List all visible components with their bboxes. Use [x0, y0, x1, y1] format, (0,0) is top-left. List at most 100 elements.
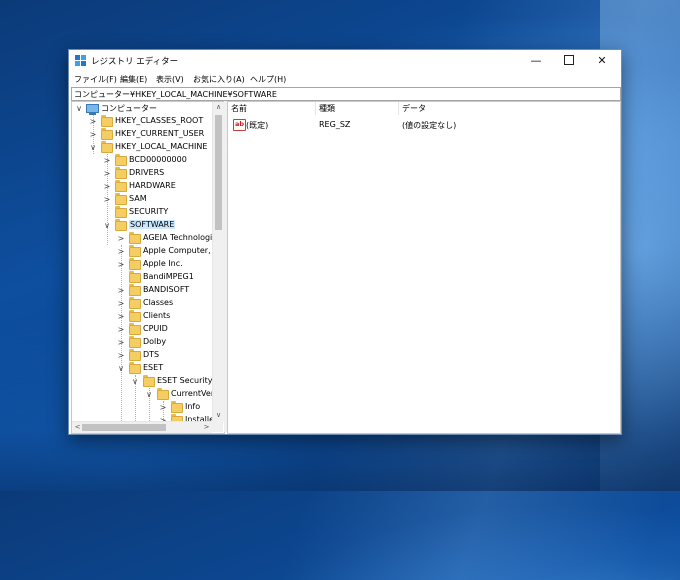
registry-editor-window: レジストリ エディター — ✕ ファイル(F) 編集(E) 表示(V) お気に入… — [68, 49, 622, 435]
maximize-button[interactable] — [552, 50, 586, 72]
collapse-icon[interactable]: ∨ — [103, 219, 111, 232]
folder-icon — [115, 206, 127, 218]
maximize-icon — [564, 55, 574, 65]
folder-icon — [129, 297, 141, 309]
address-path: コンピューター¥HKEY_LOCAL_MACHINE¥SOFTWARE — [74, 90, 277, 99]
column-header-type[interactable]: 種類 — [316, 102, 399, 115]
collapse-icon[interactable]: ∨ — [131, 375, 139, 388]
folder-icon — [129, 245, 141, 257]
tree-item-label: Apple Inc. — [143, 259, 183, 268]
folder-icon — [101, 128, 113, 140]
tree-item-label: SAM — [129, 194, 147, 203]
value-data: (値の設定なし) — [402, 121, 457, 130]
expand-icon[interactable]: > — [117, 336, 125, 349]
value-type: REG_SZ — [319, 120, 351, 129]
scroll-down-icon[interactable]: ∨ — [213, 410, 224, 420]
expand-icon[interactable]: > — [117, 245, 125, 258]
tree-item-label: DRIVERS — [129, 168, 165, 177]
tree-item-label: CPUID — [143, 324, 168, 333]
window-title: レジストリ エディター — [91, 57, 179, 67]
folder-icon — [143, 375, 155, 387]
tree-item-label: BCD00000000 — [129, 155, 187, 164]
scrollbar-corner — [212, 421, 223, 432]
tree-expander-empty — [117, 271, 125, 284]
expand-icon[interactable]: > — [117, 284, 125, 297]
expand-icon[interactable]: > — [89, 128, 97, 141]
folder-icon — [101, 115, 113, 127]
close-icon: ✕ — [597, 54, 607, 67]
expand-icon[interactable]: > — [103, 167, 111, 180]
computer-icon — [86, 104, 99, 115]
collapse-icon[interactable]: ∨ — [117, 362, 125, 375]
menu-favorites[interactable]: お気に入り(A) — [193, 74, 245, 85]
tree-item-label: SECURITY — [129, 207, 169, 216]
folder-icon — [129, 362, 141, 374]
value-row[interactable]: ab (既定) REG_SZ (値の設定なし) — [228, 118, 608, 131]
folder-icon — [129, 258, 141, 270]
tree-item-label: ESET — [143, 363, 164, 372]
column-header-name[interactable]: 名前 — [228, 102, 316, 115]
tree-item-label: BANDISOFT — [143, 285, 190, 294]
minimize-icon: — — [530, 54, 542, 67]
folder-icon — [129, 271, 141, 283]
folder-icon — [115, 167, 127, 179]
expand-icon[interactable]: > — [117, 258, 125, 271]
tree-item-label: Info — [185, 402, 201, 411]
collapse-icon[interactable]: ∨ — [75, 102, 83, 115]
tree-item-label: コンピューター — [101, 104, 157, 113]
folder-icon — [157, 388, 169, 400]
menu-view[interactable]: 表示(V) — [156, 74, 184, 85]
minimize-button[interactable]: — — [519, 50, 553, 72]
folder-icon — [129, 232, 141, 244]
folder-icon — [129, 310, 141, 322]
folder-icon — [115, 180, 127, 192]
tree-item-label: Apple Computer, I — [143, 246, 216, 255]
tree-item-label: ESET Security — [157, 376, 213, 385]
folder-icon — [171, 401, 183, 413]
expand-icon[interactable]: > — [103, 180, 111, 193]
value-name: (既定) — [246, 121, 269, 130]
menu-help[interactable]: ヘルプ(H) — [250, 74, 286, 85]
expand-icon[interactable]: > — [117, 323, 125, 336]
folder-icon — [101, 141, 113, 153]
expand-icon[interactable]: > — [103, 154, 111, 167]
registry-editor-icon — [75, 55, 86, 66]
folder-icon — [129, 323, 141, 335]
folder-icon — [115, 154, 127, 166]
menu-file[interactable]: ファイル(F) — [74, 74, 117, 85]
column-header-data[interactable]: データ — [399, 102, 609, 115]
tree-expander-empty — [103, 206, 111, 219]
tree-item-label: HKEY_LOCAL_MACHINE — [115, 142, 208, 151]
tree-item-label: Clients — [143, 311, 171, 320]
expand-icon[interactable]: > — [117, 349, 125, 362]
key-tree: ∨ コンピューター > HKEY_CLASSES_ROOT > HKEY_CUR… — [71, 101, 225, 434]
expand-icon[interactable]: > — [89, 115, 97, 128]
horizontal-scroll-thumb[interactable] — [82, 424, 166, 431]
tree-item-label: HKEY_CURRENT_USER — [115, 129, 205, 138]
collapse-icon[interactable]: ∨ — [145, 388, 153, 401]
folder-icon — [129, 336, 141, 348]
folder-icon — [129, 284, 141, 296]
expand-icon[interactable]: > — [103, 193, 111, 206]
string-value-icon: ab — [233, 119, 246, 131]
tree-vertical-scrollbar[interactable]: ∧ ∨ — [212, 102, 224, 421]
close-button[interactable]: ✕ — [585, 50, 619, 72]
collapse-icon[interactable]: ∨ — [89, 141, 97, 154]
expand-icon[interactable]: > — [159, 401, 167, 414]
address-bar[interactable]: コンピューター¥HKEY_LOCAL_MACHINE¥SOFTWARE — [71, 87, 621, 101]
tree-item-label: DTS — [143, 350, 160, 359]
scroll-right-icon[interactable]: > — [201, 422, 212, 432]
vertical-scroll-thumb[interactable] — [215, 115, 222, 230]
expand-icon[interactable]: > — [117, 232, 125, 245]
menu-edit[interactable]: 編集(E) — [120, 74, 147, 85]
expand-icon[interactable]: > — [117, 297, 125, 310]
title-bar[interactable]: レジストリ エディター — ✕ — [69, 50, 621, 72]
tree-item-label: Classes — [143, 298, 174, 307]
expand-icon[interactable]: > — [117, 310, 125, 323]
tree-horizontal-scrollbar[interactable]: < > — [72, 421, 212, 433]
tree-item-label: AGEIA Technologi — [143, 233, 213, 242]
value-list: 名前 種類 データ ab (既定) REG_SZ (値の設定なし) — [227, 101, 621, 434]
tree-item-label: BandiMPEG1 — [143, 272, 194, 281]
scroll-up-icon[interactable]: ∧ — [213, 102, 224, 112]
tree-item-label: SOFTWARE — [129, 220, 176, 229]
